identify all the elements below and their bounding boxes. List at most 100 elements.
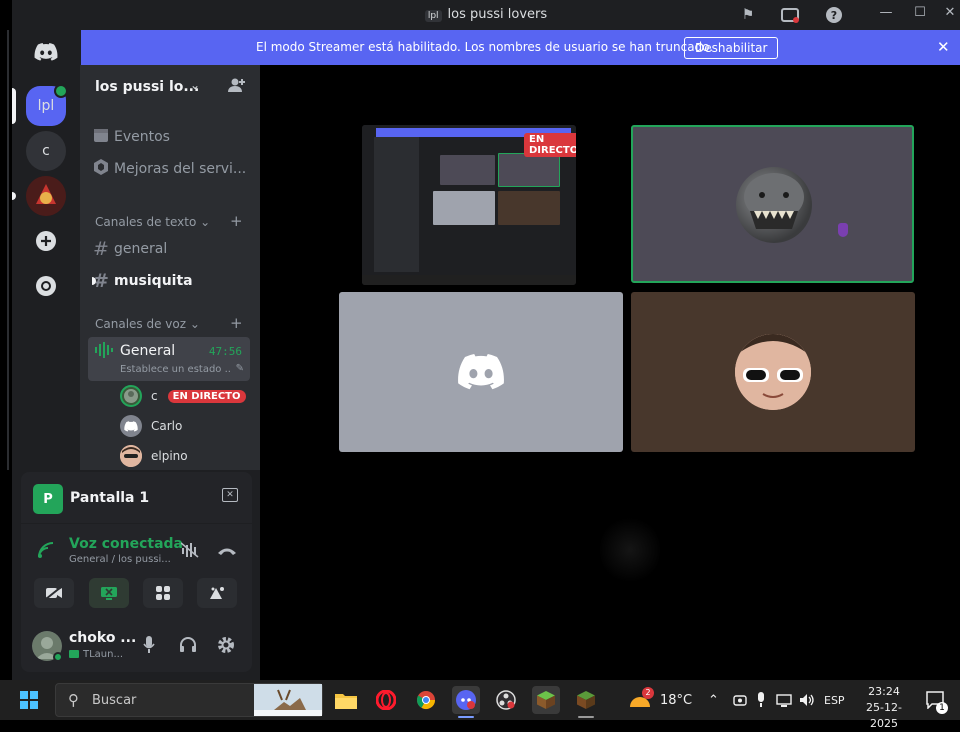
search-placeholder: Buscar [92,693,137,708]
camera-off-button[interactable] [34,578,74,608]
opera-icon[interactable] [372,686,400,714]
settings-gear-icon[interactable] [217,636,235,658]
voice-user-c[interactable]: c EN DIRECTO [120,383,246,409]
add-text-channel-icon[interactable]: + [230,212,243,230]
soundboard-button[interactable] [197,578,237,608]
network-icon[interactable] [776,680,792,720]
minimize-button[interactable]: — [876,5,896,25]
minecraft-launcher-icon[interactable] [532,686,560,714]
channel-general[interactable]: # general [88,235,252,263]
pencil-icon[interactable]: ✎ [236,363,244,374]
notifications-icon[interactable]: 1 [926,680,948,720]
video-tile-speaking[interactable] [631,125,914,283]
channel-musiquita[interactable]: # musiquita [88,267,252,295]
avatar [120,415,142,437]
minecraft-icon[interactable] [572,686,600,714]
invite-icon[interactable] [228,77,246,97]
volume-icon[interactable] [799,680,815,720]
cursor-icon [838,223,848,237]
window-title-text: los pussi lovers [447,7,548,22]
add-server-icon[interactable] [26,221,66,261]
server-c-icon[interactable]: c [26,131,66,171]
weather-temp: 18°C [660,692,693,708]
weather-badge: 2 [642,687,654,699]
stop-streaming-icon[interactable]: ✕ [222,488,238,502]
user-activity: TLaun... [69,649,123,660]
video-tile-elpino[interactable] [631,292,915,452]
tray-camera-icon[interactable] [733,680,747,720]
voice-channels-category[interactable]: Canales de voz ⌄ [95,317,200,331]
weather-widget[interactable]: 2 18°C [628,680,692,720]
stream-row: P Pantalla 1 ✕ [21,472,252,524]
voice-indicator-icon [54,84,68,98]
add-voice-channel-icon[interactable]: + [230,314,243,332]
sidebar-item-eventos[interactable]: Eventos [88,123,252,151]
tray-microphone-icon[interactable] [756,680,766,720]
server-lpl-label: lpl [37,98,55,114]
taskbar-search[interactable]: ⚲ Buscar [55,683,323,717]
show-hidden-icons[interactable]: ⌃ [708,680,719,720]
server-lpl-icon[interactable]: lpl [26,84,68,126]
close-window-button[interactable]: ✕ [940,5,960,25]
screen-share-icon: P [33,484,63,514]
voice-user-elpino[interactable]: elpino [120,443,188,469]
microphone-icon[interactable] [143,636,155,658]
voice-location[interactable]: General / los pussi... [69,554,171,565]
discord-logo-icon [458,354,504,390]
disconnect-icon[interactable] [217,542,237,560]
chrome-icon[interactable] [412,686,440,714]
voice-user-carlo[interactable]: Carlo [120,413,182,439]
game-icon [69,650,79,658]
user-avatar [736,167,812,243]
voice-channel-general[interactable]: General 47:56 Establece un estado ... ✎ [88,337,250,381]
explore-icon[interactable] [26,266,66,306]
server-avatar-icon[interactable] [26,176,66,216]
windows-start-icon[interactable] [20,691,38,709]
avatar [120,385,142,407]
activities-button[interactable] [143,578,183,608]
banner-message: El modo Streamer está habilitado. Los no… [256,40,714,54]
noise-suppression-icon[interactable] [180,542,199,562]
search-icon: ⚲ [68,691,79,709]
inbox-icon[interactable] [780,5,800,25]
headphones-icon[interactable] [179,636,197,656]
discord-home-icon[interactable] [26,32,66,72]
disable-streamer-button[interactable]: Deshabilitar [684,37,779,59]
server-name[interactable]: los pussi lo... [95,79,199,95]
voice-activity-icon [95,342,113,362]
live-badge: EN DIRECTO [167,389,246,403]
category-label: Canales de texto [95,215,197,229]
server-c-label: c [42,143,50,159]
video-tile-carlo[interactable] [339,292,623,452]
live-tag: EN DIRECTO [524,133,576,157]
active-app-indicator [458,716,474,718]
sidebar-item-mejoras[interactable]: Mejoras del servi... [88,155,252,183]
voice-user-name: c [151,389,158,403]
user-avatar [735,334,811,410]
stream-tile[interactable]: EN DIRECTO [362,125,576,285]
flag-icon[interactable]: ⚑ [738,5,758,25]
file-explorer-icon[interactable] [332,686,360,714]
close-icon[interactable]: ✕ [937,38,950,56]
obs-icon[interactable] [492,686,520,714]
help-icon[interactable]: ? [824,5,844,25]
preview-tile [433,191,495,225]
discord-taskbar-icon[interactable] [452,686,480,714]
text-channels-category[interactable]: Canales de texto ⌄ [95,215,210,229]
preview-tile [498,191,560,225]
voice-user-name: elpino [151,449,188,463]
voice-panel: P Pantalla 1 ✕ Voz conectada General / l… [21,472,252,672]
chevron-down-icon[interactable]: ⌄ [190,78,200,92]
connection-signal-icon[interactable] [38,542,54,562]
screen-share-button[interactable] [89,578,129,608]
search-highlight-image [254,684,322,716]
maximize-button[interactable]: ☐ [910,5,930,25]
clock[interactable]: 23:24 25-12-2025 [856,684,912,732]
language-indicator[interactable]: ESP [824,680,845,720]
voice-channel-status[interactable]: Establece un estado ... [120,364,232,375]
preview-tile [440,155,495,185]
preview-rail [362,125,374,285]
voice-status[interactable]: Voz conectada [69,536,183,552]
left-edge [0,0,12,680]
user-name[interactable]: choko ... [69,630,136,646]
